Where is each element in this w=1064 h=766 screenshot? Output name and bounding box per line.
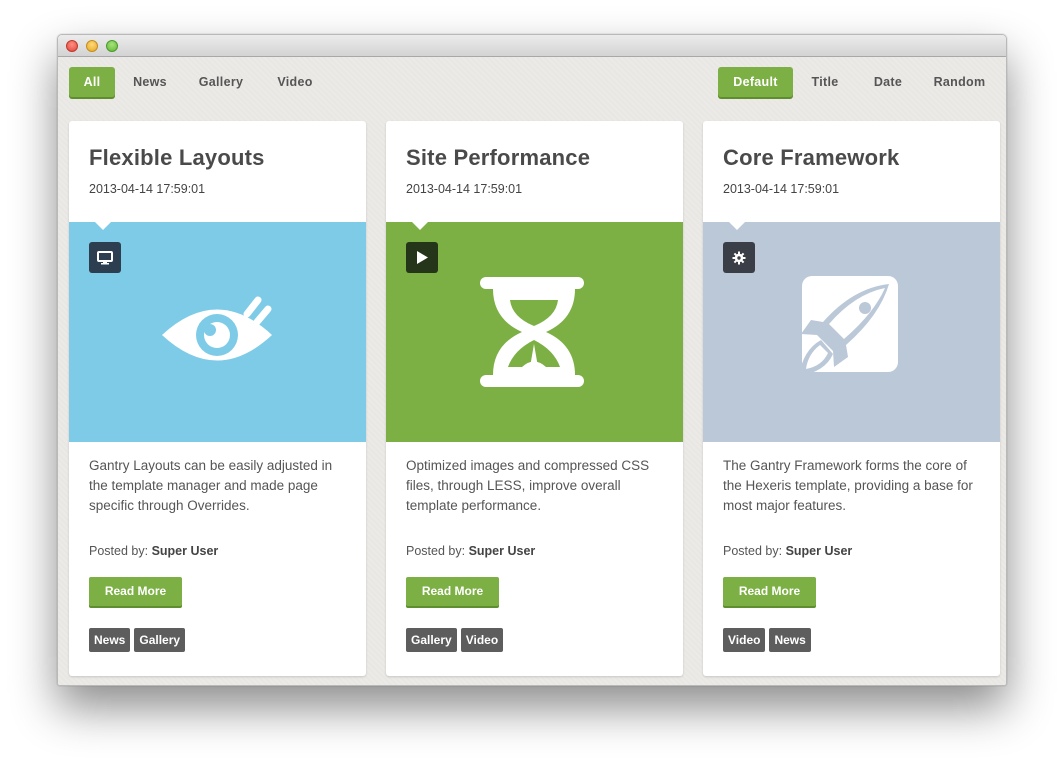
read-more-button[interactable]: Read More (723, 577, 816, 606)
sort-random-button[interactable]: Random (928, 67, 991, 97)
posted-by: Posted by: Super User (723, 544, 852, 558)
close-window-button[interactable] (66, 40, 78, 52)
posted-by-label: Posted by: (89, 544, 149, 558)
card-description: The Gantry Framework forms the core of t… (723, 458, 973, 513)
tag-gallery[interactable]: Gallery (134, 628, 186, 652)
article-card: Core Framework 2013-04-14 17:59:01 The G… (703, 121, 1000, 676)
card-date: 2013-04-14 17:59:01 (723, 182, 840, 196)
tag-list: Gallery Video (406, 628, 504, 652)
tag-video[interactable]: Video (460, 628, 504, 652)
minimize-window-button[interactable] (86, 40, 98, 52)
tag-list: News Gallery (89, 628, 186, 652)
read-more-button[interactable]: Read More (89, 577, 182, 606)
media-notch (728, 221, 746, 230)
posted-by-label: Posted by: (406, 544, 466, 558)
author-name: Super User (468, 544, 536, 558)
card-date: 2013-04-14 17:59:01 (89, 182, 206, 196)
zoom-window-button[interactable] (106, 40, 118, 52)
filter-gallery-button[interactable]: Gallery (189, 67, 253, 97)
media-notch (411, 221, 429, 230)
posted-by: Posted by: Super User (406, 544, 535, 558)
tag-video[interactable]: Video (723, 628, 766, 652)
posted-by-label: Posted by: (723, 544, 783, 558)
author-name: Super User (151, 544, 219, 558)
media-notch (94, 221, 112, 230)
tag-list: Video News (723, 628, 811, 652)
filter-video-button[interactable]: Video (269, 67, 321, 97)
browser-window: All News Gallery Video Default Title Dat… (57, 34, 1007, 686)
sort-title-button[interactable]: Title (800, 67, 850, 97)
posted-by: Posted by: Super User (89, 544, 218, 558)
card-media[interactable] (703, 222, 1000, 442)
sort-date-button[interactable]: Date (863, 67, 913, 97)
play-icon (406, 242, 438, 273)
gear-icon (723, 242, 755, 273)
article-card: Site Performance 2013-04-14 17:59:01 Opt… (386, 121, 683, 676)
card-media[interactable] (386, 222, 683, 442)
card-title[interactable]: Core Framework (723, 145, 899, 171)
sort-default-button[interactable]: Default (718, 67, 793, 97)
card-description: Gantry Layouts can be easily adjusted in… (89, 458, 333, 513)
card-title[interactable]: Site Performance (406, 145, 590, 171)
author-name: Super User (785, 544, 853, 558)
read-more-button[interactable]: Read More (406, 577, 499, 606)
title-bar (58, 35, 1006, 57)
filter-all-button[interactable]: All (69, 67, 115, 97)
tag-gallery[interactable]: Gallery (406, 628, 457, 652)
article-card: Flexible Layouts 2013-04-14 17:59:01 Gan… (69, 121, 366, 676)
card-title[interactable]: Flexible Layouts (89, 145, 265, 171)
card-date: 2013-04-14 17:59:01 (406, 182, 523, 196)
tag-news[interactable]: News (769, 628, 811, 652)
tag-news[interactable]: News (89, 628, 131, 652)
page-content: All News Gallery Video Default Title Dat… (58, 57, 1006, 685)
filter-news-button[interactable]: News (126, 67, 174, 97)
monitor-icon (89, 242, 121, 273)
card-media[interactable] (69, 222, 366, 442)
card-description: Optimized images and compressed CSS file… (406, 458, 650, 513)
